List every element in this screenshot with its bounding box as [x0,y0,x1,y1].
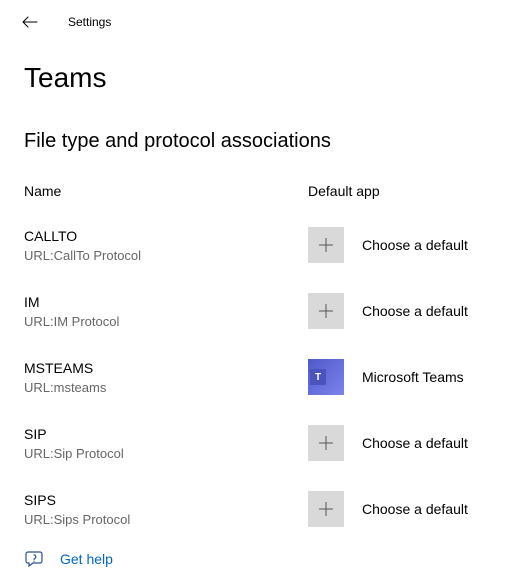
row-left: SIP URL:Sip Protocol [24,426,308,461]
protocol-desc: URL:IM Protocol [24,314,308,329]
back-arrow-icon [22,14,38,30]
protocol-name: SIPS [24,492,308,508]
plus-icon [308,491,344,527]
teams-badge: T [310,369,326,385]
section-title: File type and protocol associations [24,130,504,153]
plus-icon [308,227,344,263]
header-title: Settings [68,15,111,29]
protocol-desc: URL:Sips Protocol [24,512,308,527]
association-row: SIPS URL:Sips Protocol Choose a default [24,483,504,535]
protocol-name: CALLTO [24,228,308,244]
content: Teams File type and protocol association… [0,62,528,569]
get-help-link[interactable]: Get help [60,551,113,567]
column-headers: Name Default app [24,183,504,199]
app-label: Choose a default [362,435,468,451]
association-row: IM URL:IM Protocol Choose a default [24,285,504,337]
header: Settings [0,0,528,32]
plus-icon [308,293,344,329]
association-row: CALLTO URL:CallTo Protocol Choose a defa… [24,219,504,271]
app-label: Choose a default [362,237,468,253]
protocol-name: SIP [24,426,308,442]
default-app-button[interactable]: Choose a default [308,227,468,263]
row-left: CALLTO URL:CallTo Protocol [24,228,308,263]
row-left: SIPS URL:Sips Protocol [24,492,308,527]
app-label: Choose a default [362,303,468,319]
column-name: Name [24,183,308,199]
default-app-button[interactable]: Choose a default [308,425,468,461]
default-app-button[interactable]: Choose a default [308,491,468,527]
plus-icon [308,425,344,461]
protocol-desc: URL:CallTo Protocol [24,248,308,263]
protocol-desc: URL:Sip Protocol [24,446,308,461]
app-label: Microsoft Teams [362,369,464,385]
association-row: SIP URL:Sip Protocol Choose a default [24,417,504,469]
help-row: Get help [24,549,504,569]
protocol-desc: URL:msteams [24,380,308,395]
chat-help-icon [24,549,44,569]
back-button[interactable] [20,12,40,32]
app-label: Choose a default [362,501,468,517]
default-app-button[interactable]: T Microsoft Teams [308,359,464,395]
protocol-name: IM [24,294,308,310]
association-row: MSTEAMS URL:msteams T Microsoft Teams [24,351,504,403]
column-default-app: Default app [308,183,380,199]
default-app-button[interactable]: Choose a default [308,293,468,329]
teams-icon: T [308,359,344,395]
row-left: IM URL:IM Protocol [24,294,308,329]
page-title: Teams [24,62,504,94]
protocol-name: MSTEAMS [24,360,308,376]
row-left: MSTEAMS URL:msteams [24,360,308,395]
